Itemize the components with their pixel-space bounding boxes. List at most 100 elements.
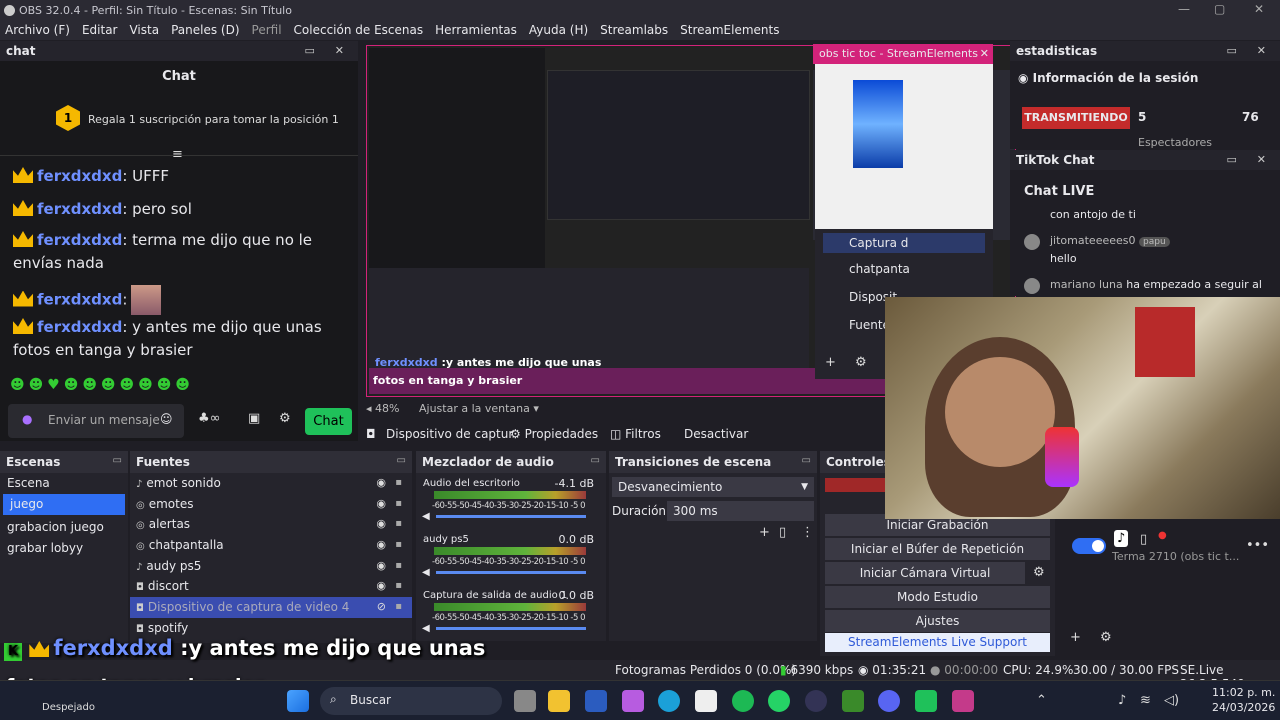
volume-slider[interactable] <box>436 515 586 518</box>
copilot-icon[interactable] <box>622 690 644 712</box>
zoom-left-icon[interactable]: ◂ <box>366 402 375 415</box>
dock-controls-icon[interactable]: ▭ ✕ <box>305 44 352 57</box>
settings-icon[interactable]: ⚙ <box>279 411 291 426</box>
dock-controls-icon[interactable]: ▭ ✕ <box>1227 153 1274 166</box>
eye-icon[interactable]: ◉ <box>376 556 386 577</box>
menu-herramientas[interactable]: Herramientas <box>435 23 517 37</box>
dock-icon[interactable]: ▭ <box>397 455 406 466</box>
replay-buffer-button[interactable]: Iniciar el Búfer de Repetición <box>825 538 1050 560</box>
menu-coleccion[interactable]: Colección de Escenas <box>294 23 424 37</box>
properties-button[interactable]: ⚙ Propiedades <box>510 427 598 441</box>
eye-icon[interactable]: ◉ <box>376 494 386 515</box>
eye-icon[interactable]: ◉ <box>376 473 386 494</box>
lock-icon[interactable]: ▪ <box>395 576 402 597</box>
virtual-camera-button[interactable]: Iniciar Cámara Virtual <box>825 562 1025 584</box>
menu-archivo[interactable]: Archivo (F) <box>5 23 70 37</box>
weather-label[interactable]: Despejado <box>42 702 95 713</box>
clock-time[interactable]: 11:02 p. m. <box>1212 686 1275 699</box>
scene-item-selected[interactable]: juego <box>3 494 125 515</box>
source-item[interactable]: ◎ chatpantalla ◉ ▪ <box>130 535 412 556</box>
wifi-icon[interactable]: ≋ <box>1140 693 1151 708</box>
speaker-icon[interactable]: ◀ <box>422 511 430 522</box>
whatsapp-icon[interactable] <box>768 690 790 712</box>
stop-stream-button[interactable] <box>825 478 885 492</box>
toggle-switch[interactable] <box>1072 538 1106 554</box>
word-icon[interactable] <box>585 690 607 712</box>
mic-icon[interactable]: ● <box>22 412 32 426</box>
lock-icon[interactable]: ▪ <box>395 535 402 556</box>
volume-slider[interactable] <box>436 627 586 630</box>
gear-icon[interactable]: ⚙ <box>855 355 867 370</box>
minimize-icon[interactable]: — <box>1178 2 1190 16</box>
tray-chevron-icon[interactable]: ⌃ <box>1036 693 1047 708</box>
volume-icon[interactable]: ◁) <box>1164 693 1179 708</box>
store-icon[interactable] <box>695 690 717 712</box>
chat-username[interactable]: ferxdxdxd <box>37 291 122 309</box>
popup-titlebar[interactable]: obs tic toc - StreamElements Can... ✕ <box>813 44 993 80</box>
menu-vista[interactable]: Vista <box>129 23 159 37</box>
eye-icon[interactable]: ◉ <box>376 514 386 535</box>
zoom-fit-select[interactable]: Ajustar a la ventana <box>419 402 530 415</box>
dock-icon[interactable]: ▭ <box>802 455 811 466</box>
source-item[interactable]: ◎ alertas ◉ ▪ <box>130 514 412 535</box>
lock-icon[interactable]: ▪ <box>395 514 402 535</box>
add-icon[interactable]: + <box>759 525 770 540</box>
eye-icon[interactable]: ◉ <box>376 535 386 556</box>
more-icon[interactable]: ⋮ <box>801 525 814 540</box>
menu-perfil[interactable]: Perfil <box>252 23 282 37</box>
speaker-icon[interactable]: ◀ <box>422 567 430 578</box>
add-icon[interactable]: + <box>825 355 836 370</box>
minecraft-icon[interactable] <box>842 690 864 712</box>
zoom-value[interactable]: 48% <box>375 402 399 415</box>
source-item[interactable]: ◎ emotes ◉ ▪ <box>130 494 412 515</box>
speaker-icon[interactable]: ◀ <box>422 623 430 634</box>
duration-input[interactable]: 300 ms <box>667 501 814 521</box>
clock-date[interactable]: 24/03/2026 <box>1212 701 1275 714</box>
dock-icon[interactable]: ▭ <box>591 455 600 466</box>
eye-off-icon[interactable]: ⊘ <box>377 597 386 618</box>
discord-icon[interactable] <box>878 690 900 712</box>
menu-ayuda[interactable]: Ayuda (H) <box>529 23 588 37</box>
scene-item[interactable]: Escena <box>0 473 128 494</box>
source-item[interactable]: ♪ audy ps5 ◉ ▪ <box>130 556 412 577</box>
tiktok-username[interactable]: mariano luna <box>1050 278 1123 291</box>
obs-icon[interactable] <box>805 690 827 712</box>
windows-start-icon[interactable] <box>287 690 309 712</box>
lock-icon[interactable]: ▪ <box>395 494 402 515</box>
chat-username[interactable]: ferxdxdxd <box>37 200 122 218</box>
lock-icon[interactable]: ▪ <box>395 556 402 577</box>
preview-source-label[interactable]: chatpanta <box>849 262 910 276</box>
chevron-down-icon[interactable]: ▾ <box>530 402 539 415</box>
menu-streamlabs[interactable]: Streamlabs <box>600 23 668 37</box>
transition-select[interactable]: Desvanecimiento ▼ <box>612 477 814 497</box>
streamelements-support-button[interactable]: StreamElements Live Support <box>825 633 1050 652</box>
lock-icon[interactable]: ▪ <box>395 597 402 618</box>
scene-item[interactable]: grabar lobyy <box>0 538 128 559</box>
popup-close-icon[interactable]: ✕ <box>980 44 989 64</box>
settings-button[interactable]: Ajustes <box>825 610 1050 632</box>
emoji-icon[interactable]: ☺ <box>160 412 173 426</box>
lock-icon[interactable]: ▪ <box>395 473 402 494</box>
dock-icon[interactable]: ▭ <box>113 455 122 466</box>
menu-streamelements[interactable]: StreamElements <box>680 23 779 37</box>
edge-icon[interactable] <box>658 690 680 712</box>
filters-button[interactable]: ◫ Filtros <box>610 427 661 441</box>
chat-username[interactable]: ferxdxdxd <box>37 231 122 249</box>
source-item-selected[interactable]: ◘ Dispositivo de captura de video 4 ⊘ ▪ <box>130 597 412 618</box>
more-icon[interactable]: ••• <box>1246 538 1269 553</box>
spotify-icon[interactable] <box>732 690 754 712</box>
preview-source-item[interactable]: Captura d <box>823 233 985 253</box>
source-item[interactable]: ♪ emot sonido ◉ ▪ <box>130 473 412 494</box>
menu-paneles[interactable]: Paneles (D) <box>171 23 239 37</box>
volume-slider[interactable] <box>436 571 586 574</box>
trash-icon[interactable]: ▯ <box>779 525 786 540</box>
close-icon[interactable]: ✕ <box>1254 2 1264 16</box>
gift-icon[interactable]: ▣ <box>248 411 260 426</box>
gear-icon[interactable]: ⚙ <box>1100 630 1112 645</box>
eye-icon[interactable]: ◉ <box>376 576 386 597</box>
task-view-icon[interactable] <box>514 690 536 712</box>
taskbar-search[interactable]: ⌕ Buscar <box>320 687 502 715</box>
maximize-icon[interactable]: ▢ <box>1214 2 1225 16</box>
studio-mode-button[interactable]: Modo Estudio <box>825 586 1050 608</box>
chat-username[interactable]: ferxdxdxd <box>37 318 122 336</box>
